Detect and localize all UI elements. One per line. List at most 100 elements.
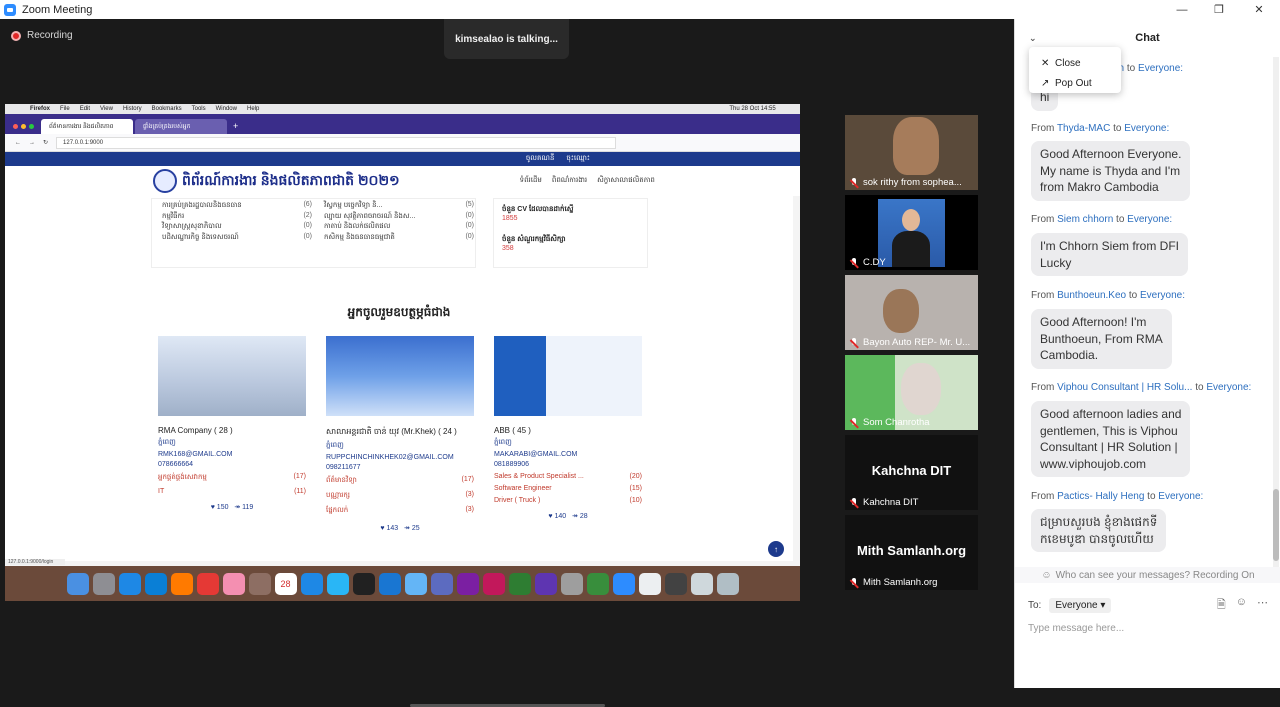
participant-display-name: Mith Samlanh.org xyxy=(856,543,967,558)
category-row: ល្បាយ សុវត្ថិភាពចរាចរណ៍ និងស... (0) xyxy=(324,211,474,220)
company-location: ភ្នំពេញ xyxy=(326,442,344,449)
vscode-icon xyxy=(378,572,401,595)
minimize-icon[interactable]: — xyxy=(1163,0,1201,19)
forward-icon: → xyxy=(29,139,35,146)
emoji-icon[interactable]: ☺ xyxy=(1236,596,1247,615)
mic-muted-icon xyxy=(849,257,859,268)
telegram-icon xyxy=(326,572,349,595)
category-row: កម្មវិធីករ (2) xyxy=(162,211,312,220)
scroll-top-icon: ↑ xyxy=(768,541,784,557)
participant-video xyxy=(901,363,941,415)
browser-tabbar: ព័ត៌មានការងារ និងផលិតភាព ផ្ទាំងគ្រប់គ្រង… xyxy=(5,114,800,134)
terminal-icon xyxy=(352,572,375,595)
participant-name: C.DY xyxy=(849,257,886,268)
back-icon: ← xyxy=(15,139,21,146)
app-icon xyxy=(690,572,713,595)
chat-options-menu: ✕ Close ↗ Pop Out xyxy=(1029,47,1121,93)
participant-video xyxy=(883,289,919,333)
browser-status-url: 127.0.0.1:9000/login xyxy=(5,559,65,565)
mic-muted-icon xyxy=(849,177,859,188)
site-login-link: ចូលគណនី xyxy=(525,155,555,162)
chat-scrollbar[interactable] xyxy=(1273,57,1279,567)
file-icon[interactable]: 🗎 xyxy=(1217,596,1226,615)
stat-cv: ចំនួន CV ដែលបានដាក់ស្នើ 1855 xyxy=(502,206,574,222)
calendar-icon: 28 xyxy=(274,572,297,595)
message-input[interactable] xyxy=(1028,619,1268,637)
company-banner xyxy=(494,336,642,416)
participant-tile[interactable]: Mith Samlanh.org Mith Samlanh.org xyxy=(845,515,978,590)
menu-pop-out[interactable]: ↗ Pop Out xyxy=(1029,73,1121,93)
participant-display-name: Kahchna DIT xyxy=(871,463,952,478)
recipient-row: To: Everyone ▾ 🗎 ☺ ⋯ xyxy=(1028,596,1268,614)
recording-indicator[interactable]: Recording xyxy=(11,30,73,41)
chat-tools: 🗎 ☺ ⋯ xyxy=(1217,596,1268,615)
message-visibility-note[interactable]: ☺ Who can see your messages? Recording O… xyxy=(1015,567,1280,583)
mac-menu-item: Window xyxy=(215,106,237,112)
participant-name: Bayon Auto REP- Mr. U... xyxy=(849,337,970,348)
participant-tile[interactable]: Bayon Auto REP- Mr. U... xyxy=(845,275,978,350)
message-header: From Siem chhorn to Everyone: xyxy=(1031,214,1173,225)
phpstorm-icon xyxy=(456,572,479,595)
company-name: ABB ( 45 ) xyxy=(494,426,531,435)
company-card: ABB ( 45 ) ភ្នំពេញ MAKARABI@GMAIL.COM 08… xyxy=(494,336,642,536)
category-row: វិទ្យាសាស្ត្រសុខាភិបាល (0) xyxy=(162,222,312,230)
zoom-dock-icon xyxy=(612,572,635,595)
app-store-icon xyxy=(300,572,323,595)
chat-panel: ⌄ Chat ✕Close ↗Pop Out an to Everyone: h… xyxy=(1014,19,1280,688)
stats-box: ចំនួន CV ដែលបានដាក់ស្នើ 1855 ចំនួន សំណួរ… xyxy=(493,198,648,268)
chat-message-list[interactable]: an to Everyone: hi From Thyda-MAC to Eve… xyxy=(1015,57,1273,567)
browser-tab: ព័ត៌មានការងារ និងផលិតភាព xyxy=(41,119,133,134)
company-card: សាលាអន្តរជាតិ ចាន់ យុវ (Mr.Khek) ( 24 ) … xyxy=(326,336,474,536)
close-window-icon[interactable]: ✕ xyxy=(1240,0,1278,19)
company-stats: ♥ 143 ↠ 25 xyxy=(380,525,420,532)
firefox-icon xyxy=(170,572,193,595)
mac-dock: 28 xyxy=(5,566,800,601)
mac-menu-item: Help xyxy=(246,106,260,112)
site-register-link: ចុះឈ្មោះ xyxy=(566,155,590,162)
chevron-down-icon[interactable]: ⌄ xyxy=(1029,33,1037,44)
category-row: វិស្វកម្ម បច្ចេកវិទ្យា និ... (5) xyxy=(324,201,474,209)
mic-muted-icon xyxy=(849,337,859,348)
category-row: កសិកម្ម និងធនធានធម្មជាតិ (0) xyxy=(324,232,474,241)
company-tag: Driver ( Truck ) (10) xyxy=(494,497,642,504)
category-row: បដិសណ្ឋារកិច្ច និងទេសចរណ៍ (0) xyxy=(162,232,312,241)
mac-menubar: Firefox File Edit View History Bookmarks… xyxy=(5,104,800,114)
people-icon: ☺ xyxy=(1041,569,1052,581)
company-tag: ព័ត៌មានវិទ្យា (17) xyxy=(326,476,474,484)
mac-menu-item: Edit xyxy=(79,106,91,112)
finder-icon xyxy=(66,572,89,595)
company-location: ភ្នំពេញ xyxy=(494,439,512,446)
participant-tile[interactable]: Kahchna DIT Kahchna DIT xyxy=(845,435,978,510)
message-header: From Pactics- Hally Heng to Everyone: xyxy=(1031,491,1204,502)
mac-menu-item: File xyxy=(60,106,70,112)
talking-indicator: kimsealao is talking... xyxy=(444,19,569,59)
chat-scroll-thumb[interactable] xyxy=(1273,489,1279,561)
message-bubble: Good Afternoon Everyone. My name is Thyda… xyxy=(1031,141,1191,201)
safari-icon xyxy=(118,572,141,595)
company-email: RMK168@GMAIL.COM xyxy=(158,451,233,458)
company-tag: បណ្ណារក្ស (3) xyxy=(326,491,474,499)
edge-icon xyxy=(144,572,167,595)
more-icon[interactable]: ⋯ xyxy=(1257,596,1268,615)
mac-menu-item: History xyxy=(122,106,142,112)
new-tab-icon: + xyxy=(233,121,239,131)
participant-tile[interactable]: sok rithy from sophea... xyxy=(845,115,978,190)
message-bubble: Good afternoon ladies and gentlemen, This… xyxy=(1031,401,1191,477)
mac-menu-item: Tools xyxy=(191,106,206,112)
site-body: ការគ្រប់គ្រងរដ្ឋបាលនិងធនធាន (6) កម្មវិធីក… xyxy=(5,196,793,561)
category-row: កាតាប់ និងលក់ផលិតផល (0) xyxy=(324,222,474,230)
company-phone: 081889906 xyxy=(494,461,530,468)
participant-tile[interactable]: Som Chanrotha xyxy=(845,355,978,430)
participant-tile[interactable]: C.DY xyxy=(845,195,978,270)
company-location: ភ្នំពេញ xyxy=(158,439,176,446)
zoom-app-icon xyxy=(4,3,16,16)
site-nav-item: ពិពណ៌ការងារ xyxy=(551,177,588,184)
pop-out-icon: ↗ xyxy=(1041,77,1050,89)
recipient-select[interactable]: Everyone ▾ xyxy=(1049,597,1112,613)
excel-icon xyxy=(586,572,609,595)
shared-screen[interactable]: Firefox File Edit View History Bookmarks… xyxy=(5,104,800,601)
maximize-icon[interactable]: ❐ xyxy=(1200,0,1238,19)
company-tag: IT (11) xyxy=(158,488,306,495)
menu-close[interactable]: ✕ Close xyxy=(1029,53,1121,73)
app-icon xyxy=(664,572,687,595)
